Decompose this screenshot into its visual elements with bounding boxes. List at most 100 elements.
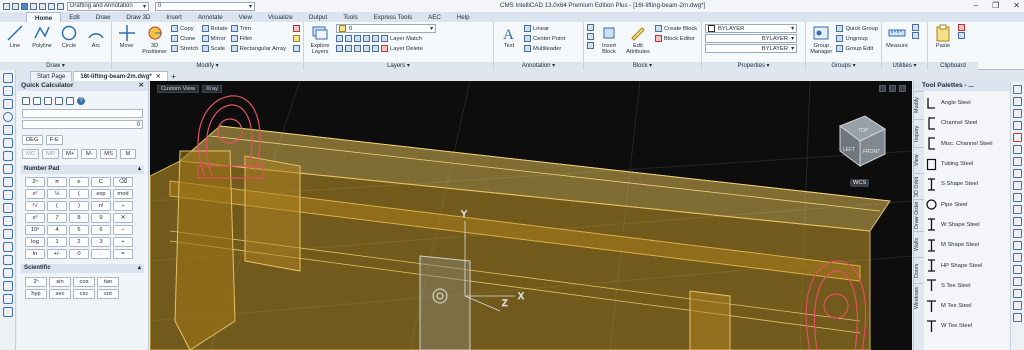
m-button[interactable]: M bbox=[119, 149, 136, 159]
palette-tab-3d-orbit[interactable]: 3D Orbit bbox=[914, 173, 924, 199]
calculator-input[interactable]: 0 bbox=[22, 120, 143, 129]
scientific-key-0[interactable]: 2ⁿ bbox=[25, 277, 47, 287]
save-icon[interactable] bbox=[21, 2, 28, 10]
visual-style-label[interactable]: Xray bbox=[202, 85, 222, 93]
undo-icon[interactable] bbox=[48, 2, 55, 10]
numpad-key-28[interactable]: 3 bbox=[91, 237, 111, 247]
stretch-icon[interactable] bbox=[1013, 289, 1022, 298]
palette-tab-modify[interactable]: Modify bbox=[914, 91, 924, 119]
copy-button[interactable]: Copy bbox=[171, 24, 198, 33]
mirror-button[interactable]: Mirror bbox=[201, 34, 228, 43]
tab-aec[interactable]: AEC bbox=[420, 12, 449, 22]
edit-icon[interactable] bbox=[1013, 301, 1022, 310]
tab-visualize[interactable]: Visualize bbox=[260, 12, 301, 22]
block-editor-button[interactable]: Block Editor bbox=[655, 34, 697, 43]
explode-button[interactable] bbox=[293, 34, 300, 43]
stretch-button[interactable]: Stretch bbox=[171, 44, 199, 53]
layer-tool-icon[interactable] bbox=[345, 45, 352, 52]
linetype-dropdown[interactable]: BYLAYER ▾ bbox=[705, 34, 797, 43]
palette-item-w-shape-steel[interactable]: W Shape Steel bbox=[926, 215, 1010, 235]
number-pad-header[interactable]: Number Pad ▴ bbox=[21, 165, 144, 174]
rectangular-array-button[interactable]: Rectangular Array bbox=[230, 44, 286, 53]
extend-icon[interactable] bbox=[1013, 229, 1022, 238]
scientific-key-2[interactable]: cos bbox=[73, 277, 95, 287]
table-tool-icon[interactable] bbox=[2, 203, 13, 213]
calculator-history[interactable] bbox=[22, 109, 143, 118]
ellipse-tool-icon[interactable] bbox=[2, 138, 13, 148]
help-icon[interactable]: ? bbox=[77, 97, 85, 105]
numpad-key-7[interactable]: ( bbox=[69, 189, 89, 199]
print-icon[interactable] bbox=[39, 2, 46, 10]
numpad-key-32[interactable]: 0 bbox=[69, 249, 89, 259]
numpad-key-29[interactable]: + bbox=[113, 237, 133, 247]
panel-modify-label[interactable]: Modify ▾ bbox=[112, 62, 303, 70]
revcloud-tool-icon[interactable] bbox=[2, 255, 13, 265]
view-label[interactable]: Custom View bbox=[157, 85, 200, 93]
numpad-key-31[interactable]: +/- bbox=[47, 249, 67, 259]
numpad-key-4[interactable]: ⌫ bbox=[113, 177, 133, 187]
center-point-button[interactable]: Center Point bbox=[524, 34, 565, 43]
match-icon[interactable] bbox=[1013, 109, 1022, 118]
tab-drawing[interactable]: 16t-lifting-beam-2m.dwg* ✕ bbox=[73, 71, 168, 81]
hatch-tool-icon[interactable] bbox=[2, 177, 13, 187]
block-tool-icon[interactable] bbox=[2, 229, 13, 239]
scientific-key-7[interactable]: cot bbox=[97, 289, 119, 299]
close-icon[interactable]: ✕ bbox=[138, 81, 144, 91]
tab-home[interactable]: Home bbox=[26, 12, 62, 22]
tab-help[interactable]: Help bbox=[449, 12, 478, 22]
save-as-icon[interactable] bbox=[30, 2, 37, 10]
numpad-key-6[interactable]: ⅓ bbox=[47, 189, 67, 199]
scientific-key-5[interactable]: sec bbox=[49, 289, 71, 299]
layer-tool-icon[interactable] bbox=[363, 45, 370, 52]
layer-match-button[interactable]: Layer Match bbox=[390, 36, 422, 42]
calculator-icon[interactable] bbox=[912, 24, 919, 31]
scientific-key-1[interactable]: sin bbox=[49, 277, 71, 287]
layer-tool-icon[interactable] bbox=[363, 35, 370, 42]
scientific-header[interactable]: Scientific ▴ bbox=[21, 264, 144, 273]
numpad-key-15[interactable]: x³ bbox=[25, 213, 45, 223]
numpad-key-23[interactable]: 6 bbox=[91, 225, 111, 235]
table-icon[interactable] bbox=[587, 24, 594, 31]
panel-clipboard-label[interactable]: Clipboard bbox=[928, 62, 978, 70]
ungroup-button[interactable]: Ungroup bbox=[836, 34, 878, 43]
open-icon[interactable] bbox=[12, 2, 19, 10]
layer-dropdown[interactable]: 0 ▾ bbox=[336, 24, 436, 33]
numpad-key-17[interactable]: 8 bbox=[69, 213, 89, 223]
numpad-key-11[interactable]: ( bbox=[47, 201, 67, 211]
multileader-button[interactable]: Multileader bbox=[524, 44, 565, 53]
angle-icon[interactable] bbox=[55, 97, 63, 105]
scientific-key-6[interactable]: csc bbox=[73, 289, 95, 299]
layer-tool-icon[interactable] bbox=[336, 45, 343, 52]
layer-tool-icon[interactable] bbox=[354, 35, 361, 42]
palette-item-s-shape-steel[interactable]: S Shape Steel bbox=[926, 174, 1010, 194]
palette-item-pipe-steel[interactable]: Pipe Steel bbox=[926, 194, 1010, 214]
numpad-key-5[interactable]: x² bbox=[25, 189, 45, 199]
tab-output[interactable]: Output bbox=[301, 12, 336, 22]
tab-start-page[interactable]: Start Page bbox=[30, 71, 73, 81]
numpad-key-34[interactable]: = bbox=[113, 249, 133, 259]
numpad-key-24[interactable]: − bbox=[113, 225, 133, 235]
linear-button[interactable]: Linear bbox=[524, 24, 565, 33]
close-button[interactable]: ✕ bbox=[1013, 1, 1020, 10]
restore-viewport-icon[interactable] bbox=[889, 85, 896, 92]
rotate-button[interactable]: Rotate bbox=[201, 24, 228, 33]
group-edit-button[interactable]: Group Edit bbox=[836, 44, 878, 53]
close-viewport-icon[interactable] bbox=[899, 85, 906, 92]
offset-icon[interactable] bbox=[1013, 193, 1022, 202]
layer-tool-icon[interactable] bbox=[336, 35, 343, 42]
circle-tool-icon[interactable] bbox=[2, 112, 13, 122]
ms-button[interactable]: MS bbox=[100, 149, 117, 159]
explode-icon[interactable] bbox=[1013, 277, 1022, 286]
minimize-button[interactable]: – bbox=[974, 1, 978, 10]
cut-icon[interactable] bbox=[958, 24, 965, 31]
numpad-key-13[interactable]: n! bbox=[91, 201, 111, 211]
palette-tab-windows[interactable]: Windows bbox=[914, 283, 924, 313]
tab-edit[interactable]: Edit bbox=[61, 12, 88, 22]
tab-draw[interactable]: Draw bbox=[88, 12, 118, 22]
panel-utilities-label[interactable]: Utilities ▾ bbox=[882, 62, 927, 70]
boundary-tool-icon[interactable] bbox=[2, 268, 13, 278]
numpad-key-33[interactable]: . bbox=[91, 249, 111, 259]
layer-icon[interactable] bbox=[1013, 97, 1022, 106]
numpad-key-26[interactable]: 1 bbox=[47, 237, 67, 247]
tab-insert[interactable]: Insert bbox=[158, 12, 189, 22]
